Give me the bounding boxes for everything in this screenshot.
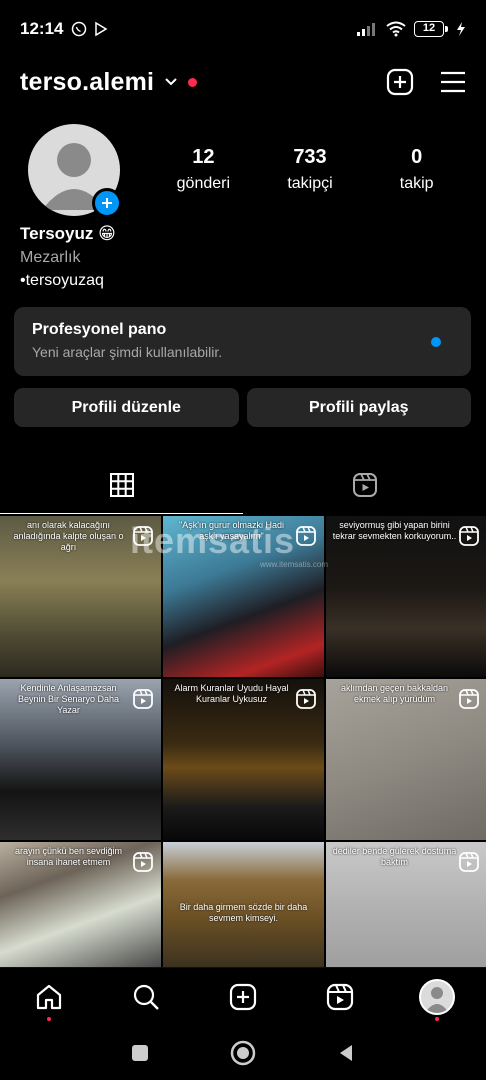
status-system-icons: 12 xyxy=(356,21,466,37)
post-caption: arayın çünkü ben sevdiğim insana ihanet … xyxy=(14,846,123,867)
stat-followers[interactable]: 733 takipçi xyxy=(257,146,364,193)
stat-value: 0 xyxy=(411,146,423,168)
post-tile[interactable]: arayın çünkü ben sevdiğim insana ihanet … xyxy=(0,842,161,967)
nav-reels[interactable] xyxy=(316,973,364,1021)
profile-action-buttons: Profili düzenle Profili paylaş xyxy=(14,388,471,427)
add-story-button[interactable] xyxy=(92,188,122,218)
home-icon xyxy=(36,984,61,1009)
create-icon xyxy=(229,983,257,1010)
create-post-icon[interactable] xyxy=(386,68,414,96)
charging-icon xyxy=(457,22,465,36)
stat-label: takip xyxy=(399,175,434,192)
status-notification-icons xyxy=(71,21,109,37)
profile-avatar-icon xyxy=(419,978,456,1015)
profile-tabs xyxy=(0,456,486,514)
new-indicator-dot xyxy=(431,337,441,347)
reel-badge-icon xyxy=(459,689,479,709)
wifi-icon xyxy=(386,21,406,37)
battery-indicator: 12 xyxy=(414,21,448,37)
reels-icon xyxy=(352,473,377,497)
nav-search[interactable] xyxy=(122,973,170,1021)
chevron-down-icon[interactable] xyxy=(164,77,178,87)
post-caption: Bir daha girmem sözde bir daha sevmem ki… xyxy=(179,902,308,923)
post-caption: aklımdan geçen bakkaldan ekmek alıp yürü… xyxy=(340,683,449,704)
profile-category: Mezarlık xyxy=(20,249,81,266)
reel-badge-icon xyxy=(296,526,316,546)
stat-value: 12 xyxy=(192,146,215,168)
nav-profile[interactable] xyxy=(413,973,461,1021)
recents-icon[interactable] xyxy=(130,1043,150,1063)
profile-stats: 12 gönderi 733 takipçi 0 takip xyxy=(150,146,470,193)
status-time: 12:14 xyxy=(20,19,64,38)
post-tile[interactable]: seviyormuş gibi yapan birini tekrar sevm… xyxy=(326,516,486,677)
professional-dashboard[interactable]: Profesyonel pano Yeni araçlar şimdi kull… xyxy=(14,307,471,376)
home-button-icon[interactable] xyxy=(230,1040,256,1066)
reel-badge-icon xyxy=(133,689,153,709)
post-tile[interactable]: Bir daha girmem sözde bir daha sevmem ki… xyxy=(163,842,324,967)
profile-header: terso.alemi xyxy=(0,60,486,104)
post-tile[interactable]: Kendinle Anlaşamazsan Beynin Bir Senaryo… xyxy=(0,679,161,840)
profile-bio: Tersoyuz 😁 Mezarlık •tersoyuzaq xyxy=(20,224,116,290)
post-tile[interactable]: Alarm Kuranlar Uyudu Hayal Kuranlar Uyku… xyxy=(163,679,324,840)
stat-following[interactable]: 0 takip xyxy=(363,146,470,193)
profile-avatar[interactable] xyxy=(28,124,122,218)
reel-badge-icon xyxy=(459,852,479,872)
stat-label: takipçi xyxy=(287,175,333,192)
stat-label: gönderi xyxy=(176,175,231,192)
search-icon xyxy=(133,984,159,1010)
system-navigation xyxy=(0,1025,486,1080)
nav-create[interactable] xyxy=(219,973,267,1021)
post-caption: Kendinle Anlaşamazsan Beynin Bir Senaryo… xyxy=(17,683,120,715)
nav-home-dot xyxy=(46,1016,51,1021)
reel-badge-icon xyxy=(459,526,479,546)
post-tile[interactable]: aklımdan geçen bakkaldan ekmek alıp yürü… xyxy=(326,679,486,840)
username[interactable]: terso.alemi xyxy=(20,68,154,97)
posts-grid: anı olarak kalacağını anladığında kalpte… xyxy=(0,516,486,967)
post-caption: Alarm Kuranlar Uyudu Hayal Kuranlar Uyku… xyxy=(174,683,289,704)
post-tile[interactable]: dediler bende gülerek dostuma baktım xyxy=(326,842,486,967)
share-profile-button[interactable]: Profili paylaş xyxy=(246,388,471,427)
play-store-icon xyxy=(95,21,108,37)
nav-home[interactable] xyxy=(25,973,73,1021)
watermark-url: www.itemsatis.com xyxy=(260,560,329,569)
reel-badge-icon xyxy=(133,852,153,872)
notification-dot xyxy=(188,77,198,87)
post-caption: dediler bende gülerek dostuma baktım xyxy=(332,846,457,867)
edit-profile-button[interactable]: Profili düzenle xyxy=(14,388,239,427)
watermark: itemsatis xyxy=(130,520,296,561)
nav-profile-dot xyxy=(435,1016,440,1021)
post-caption: seviyormuş gibi yapan birini tekrar sevm… xyxy=(332,520,457,541)
tab-posts-grid[interactable] xyxy=(0,456,243,514)
status-bar: 12:14 12 xyxy=(0,0,486,58)
bottom-navigation xyxy=(0,967,486,1025)
menu-icon[interactable] xyxy=(440,71,466,93)
reel-badge-icon xyxy=(296,689,316,709)
signal-icon xyxy=(357,23,375,36)
pro-dashboard-title: Profesyonel pano xyxy=(32,321,167,338)
reels-icon xyxy=(327,983,354,1010)
back-icon[interactable] xyxy=(336,1043,356,1063)
grid-icon xyxy=(109,473,134,497)
whatsapp-icon xyxy=(72,21,87,37)
battery-level: 12 xyxy=(414,21,444,37)
stat-value: 733 xyxy=(293,146,327,168)
tab-reels[interactable] xyxy=(243,456,486,514)
display-name: Tersoyuz 😁 xyxy=(20,224,116,243)
bio-handle[interactable]: •tersoyuzaq xyxy=(20,272,116,290)
stat-posts[interactable]: 12 gönderi xyxy=(150,146,257,193)
post-caption: anı olarak kalacağını anladığında kalpte… xyxy=(13,520,124,552)
plus-icon xyxy=(102,198,112,208)
pro-dashboard-subtitle: Yeni araçlar şimdi kullanılabilir. xyxy=(32,344,223,360)
